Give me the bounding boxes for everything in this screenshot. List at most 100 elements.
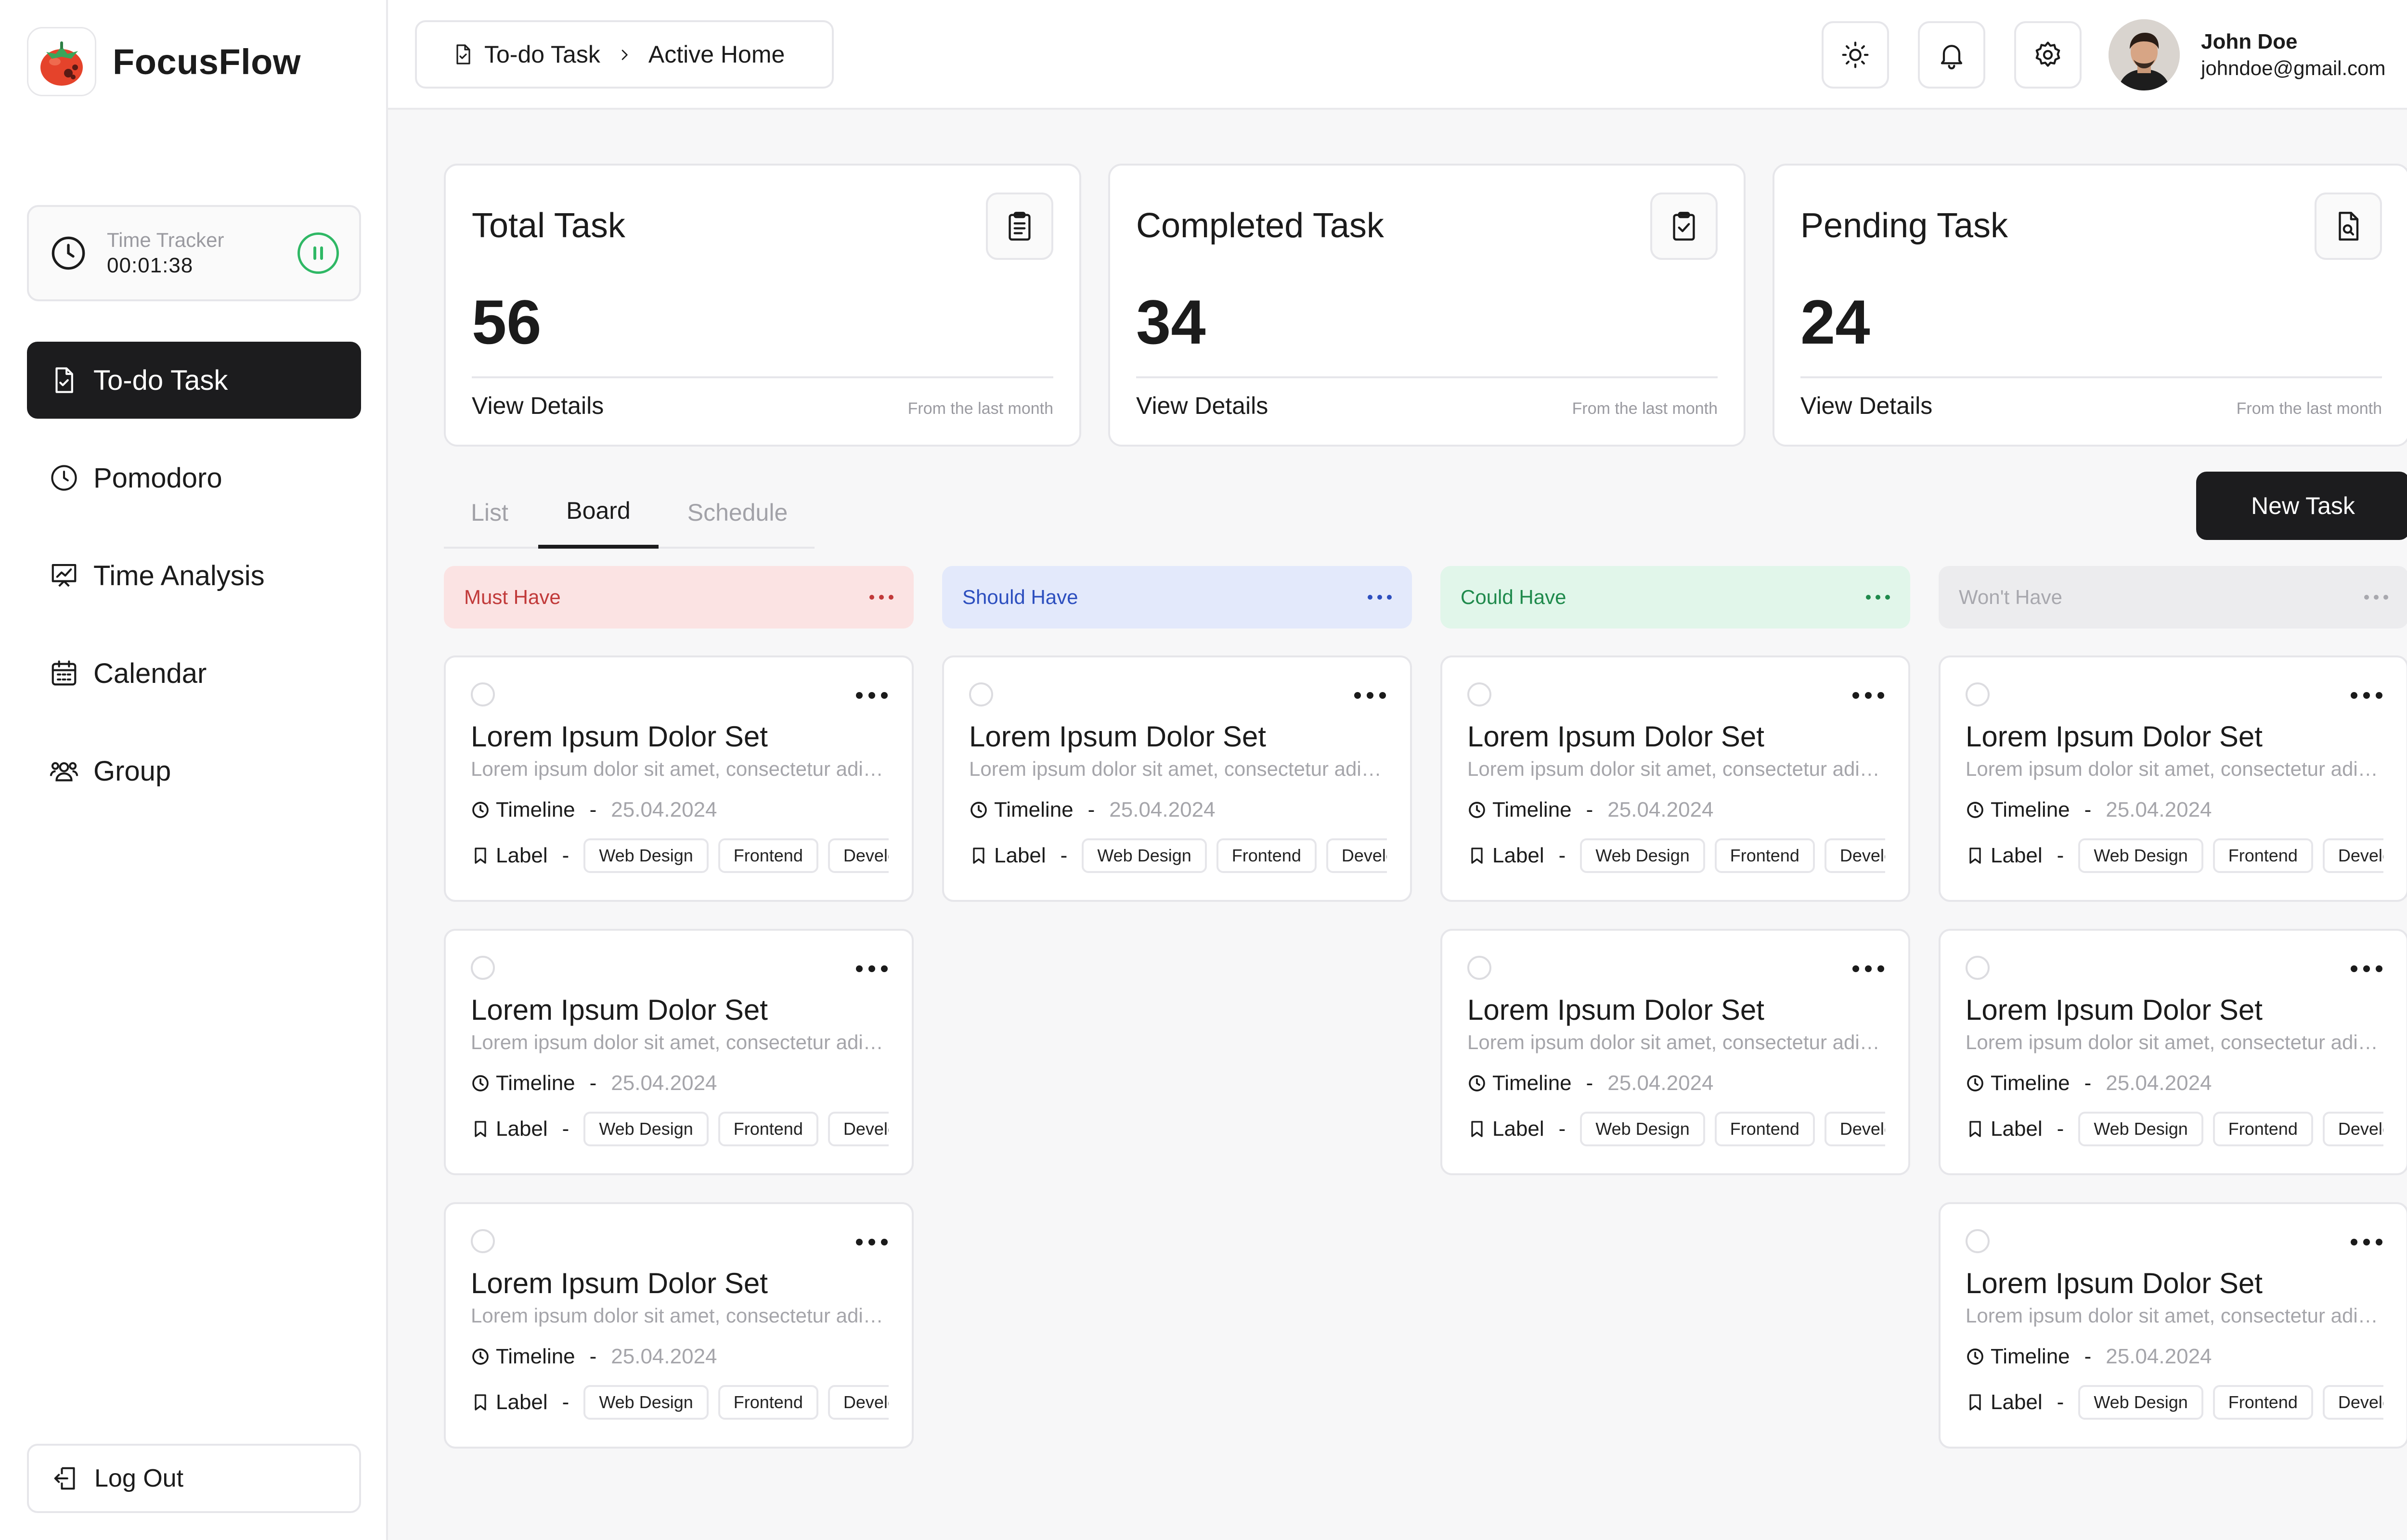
task-card[interactable]: Lorem Ipsum Dolor Set Lorem ipsum dolor s… [1939, 929, 2407, 1175]
presentation-chart-icon [52, 564, 77, 587]
label-chip[interactable]: Develop [1326, 838, 1387, 873]
label-chip[interactable]: Frontend [718, 1385, 818, 1420]
breadcrumb-item-current[interactable]: Active Home [648, 40, 785, 68]
theme-toggle-button[interactable] [1822, 21, 1889, 89]
label-chip[interactable]: Frontend [718, 838, 818, 873]
task-card[interactable]: Lorem Ipsum Dolor Set Lorem ipsum dolor s… [1939, 1202, 2407, 1449]
label-chip[interactable]: Frontend [718, 1112, 818, 1146]
task-date: 25.04.2024 [1607, 1071, 1714, 1095]
task-labels: Label-Web Design Frontend Develop [1467, 836, 1885, 875]
settings-button[interactable] [2014, 21, 2082, 89]
task-timeline: Timeline -25.04.2024 [471, 798, 717, 822]
more-horizontal-icon[interactable] [2351, 692, 2382, 699]
task-checkbox[interactable] [1467, 956, 1491, 980]
label-label: Label [1492, 844, 1544, 867]
separator-dash: - [2084, 798, 2092, 821]
view-details-link[interactable]: View Details [1136, 392, 1268, 420]
more-horizontal-icon[interactable] [869, 595, 893, 600]
sidebar-item-calendar[interactable]: Calendar [27, 635, 361, 712]
task-checkbox[interactable] [1467, 682, 1491, 706]
label-chip[interactable]: Frontend [2213, 838, 2313, 873]
label-chip[interactable]: Frontend [1714, 1112, 1815, 1146]
label-chip[interactable]: Web Design [583, 1385, 709, 1420]
task-checkbox[interactable] [1966, 682, 1990, 706]
task-checkbox[interactable] [471, 682, 495, 706]
task-checkbox[interactable] [969, 682, 993, 706]
brand-name: FocusFlow [113, 41, 301, 82]
column-header[interactable]: Could Have [1440, 566, 1910, 629]
more-horizontal-icon[interactable] [1368, 595, 1392, 600]
label-chip[interactable]: Develop [828, 1112, 889, 1146]
task-checkbox[interactable] [471, 956, 495, 980]
view-details-link[interactable]: View Details [1800, 392, 1932, 420]
task-labels: Label-Web Design Frontend Develop [969, 836, 1387, 875]
label-chip[interactable]: Frontend [1714, 838, 1815, 873]
bookmark-icon [1471, 1121, 1483, 1137]
sidebar-item-todo-task[interactable]: To-do Task [27, 342, 361, 419]
task-card[interactable]: Lorem Ipsum Dolor Set Lorem ipsum dolor s… [942, 655, 1412, 902]
label-chip[interactable]: Web Design [583, 1112, 709, 1146]
label-chip[interactable]: Frontend [2213, 1112, 2313, 1146]
label-chip[interactable]: Develop [1824, 838, 1885, 873]
label-chip[interactable]: Frontend [2213, 1385, 2313, 1420]
label-chip[interactable]: Web Design [1580, 1112, 1705, 1146]
more-horizontal-icon[interactable] [1866, 595, 1890, 600]
label-chip[interactable]: Web Design [2078, 838, 2203, 873]
breadcrumb-item-todo[interactable]: To-do Task [484, 40, 600, 68]
sidebar-item-pomodoro[interactable]: Pomodoro [27, 439, 361, 516]
label-chip[interactable]: Develop [2322, 1385, 2383, 1420]
sidebar-item-time-analysis[interactable]: Time Analysis [27, 537, 361, 614]
task-checkbox[interactable] [1966, 1229, 1990, 1253]
stat-card-total: Total Task 56 View Details From the last… [444, 164, 1081, 447]
label-chip[interactable]: Frontend [1216, 838, 1317, 873]
view-details-link[interactable]: View Details [472, 392, 604, 420]
tab-board[interactable]: Board [538, 476, 659, 549]
notifications-button[interactable] [1918, 21, 1985, 89]
task-card[interactable]: Lorem Ipsum Dolor Set Lorem ipsum dolor s… [1440, 929, 1910, 1175]
task-card[interactable]: Lorem Ipsum Dolor Set Lorem ipsum dolor s… [444, 655, 914, 902]
tab-list[interactable]: List [444, 476, 535, 549]
task-card[interactable]: Lorem Ipsum Dolor Set Lorem ipsum dolor s… [1939, 655, 2407, 902]
tracker-time: 00:01:38 [107, 254, 194, 277]
task-description: Lorem ipsum dolor sit amet, consectetur … [1467, 757, 1891, 780]
more-horizontal-icon[interactable] [1852, 965, 1884, 972]
new-task-button[interactable]: New Task [2196, 472, 2407, 540]
more-horizontal-icon[interactable] [2351, 1239, 2382, 1245]
task-title: Lorem Ipsum Dolor Set [1966, 720, 2263, 753]
label-chip[interactable]: Web Design [1580, 838, 1705, 873]
task-checkbox[interactable] [471, 1229, 495, 1253]
pause-button[interactable] [298, 232, 339, 274]
label-chip[interactable]: Develop [828, 1385, 889, 1420]
sidebar-item-group[interactable]: Group [27, 732, 361, 809]
label-chip[interactable]: Develop [1824, 1112, 1885, 1146]
more-horizontal-icon[interactable] [856, 1239, 888, 1245]
more-horizontal-icon[interactable] [1354, 692, 1386, 699]
label-chip[interactable]: Web Design [2078, 1112, 2203, 1146]
clock-icon [52, 236, 85, 270]
label-chip[interactable]: Develop [2322, 1112, 2383, 1146]
more-horizontal-icon[interactable] [2351, 965, 2382, 972]
label-chip[interactable]: Web Design [1082, 838, 1207, 873]
more-horizontal-icon[interactable] [1852, 692, 1884, 699]
tab-schedule[interactable]: Schedule [670, 476, 805, 549]
task-checkbox[interactable] [1966, 956, 1990, 980]
brand[interactable]: FocusFlow [27, 27, 301, 96]
more-horizontal-icon[interactable] [2364, 595, 2388, 600]
label-chip[interactable]: Develop [2322, 838, 2383, 873]
more-horizontal-icon[interactable] [856, 965, 888, 972]
label-chip[interactable]: Develop [828, 838, 889, 873]
column-header[interactable]: Won't Have [1939, 566, 2407, 629]
column-header[interactable]: Must Have [444, 566, 914, 629]
label-chip[interactable]: Web Design [583, 838, 709, 873]
logout-button[interactable]: Log Out [27, 1444, 361, 1513]
clock-icon [971, 802, 987, 818]
label-chip[interactable]: Web Design [2078, 1385, 2203, 1420]
top-header: To-do Task Active Home John Doe johndoe@… [388, 0, 2407, 110]
column-header[interactable]: Should Have [942, 566, 1412, 629]
task-card[interactable]: Lorem Ipsum Dolor Set Lorem ipsum dolor s… [444, 1202, 914, 1449]
more-horizontal-icon[interactable] [856, 692, 888, 699]
task-card[interactable]: Lorem Ipsum Dolor Set Lorem ipsum dolor s… [1440, 655, 1910, 902]
task-timeline: Timeline -25.04.2024 [1467, 1071, 1714, 1095]
task-card[interactable]: Lorem Ipsum Dolor Set Lorem ipsum dolor s… [444, 929, 914, 1175]
user-menu[interactable]: John Doe johndoe@gmail.com [2109, 19, 2407, 90]
